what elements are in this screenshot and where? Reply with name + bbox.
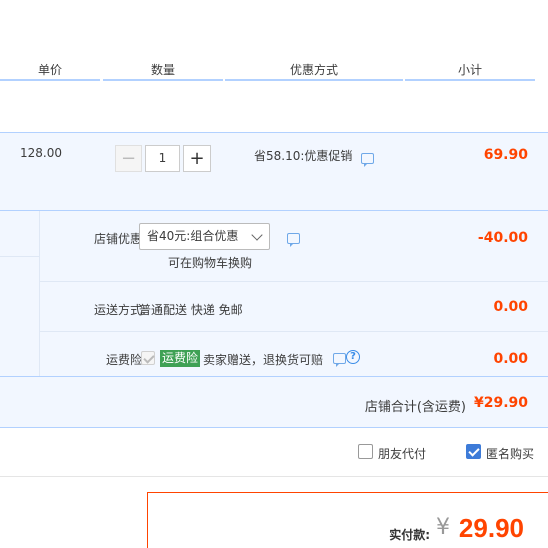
shop-total-value: ¥29.90 bbox=[473, 395, 528, 411]
header-underline bbox=[225, 79, 403, 81]
shop-discount-selected: 省40元:组合优惠 bbox=[147, 229, 239, 243]
anonymous-checkbox[interactable] bbox=[466, 444, 481, 459]
divider bbox=[0, 256, 40, 257]
message-icon[interactable] bbox=[287, 233, 300, 247]
payment-summary: 实付款: ¥ 29.90 bbox=[147, 492, 548, 548]
shop-total-label: 店铺合计(含运费) bbox=[364, 400, 466, 415]
shipping-row: 运送方式: 普通配送 快递 免邮 0.00 bbox=[40, 282, 548, 332]
shop-discount-value: -40.00 bbox=[477, 230, 528, 246]
quantity-input[interactable]: 1 bbox=[145, 145, 180, 172]
item-row: 128.00 − 1 + 省58.10:优惠促销 69.90 bbox=[0, 132, 548, 210]
header-promotion: 优惠方式 bbox=[289, 63, 338, 77]
anonymous-label: 匿名购买 bbox=[486, 447, 535, 461]
item-promotion: 省58.10:优惠促销 bbox=[254, 149, 353, 163]
header-unit-price: 单价 bbox=[37, 63, 62, 77]
divider bbox=[0, 476, 548, 477]
item-subtotal: 69.90 bbox=[483, 147, 528, 163]
header-subtotal: 小计 bbox=[457, 63, 482, 77]
friend-pay-checkbox[interactable] bbox=[358, 444, 373, 459]
header-underline bbox=[405, 79, 535, 81]
shop-discount-hint: 可在购物车换购 bbox=[168, 256, 253, 270]
chevron-down-icon bbox=[251, 229, 263, 241]
divider bbox=[0, 376, 548, 377]
item-unit-price: 128.00 bbox=[20, 146, 62, 160]
shop-section: 店铺优惠: 省40元:组合优惠 可在购物车换购 -40.00 运送方式: 普通配… bbox=[0, 210, 548, 428]
shop-discount-row: 店铺优惠: 省40元:组合优惠 可在购物车换购 -40.00 bbox=[40, 211, 548, 282]
message-icon[interactable] bbox=[333, 353, 346, 367]
payment-options: 朋友代付 匿名购买 bbox=[0, 443, 548, 465]
insurance-row: 运费险: 运费险 卖家赠送，退换货可赔 ? 0.00 bbox=[40, 332, 548, 377]
shop-discount-select[interactable]: 省40元:组合优惠 bbox=[139, 223, 270, 250]
decrease-quantity-button[interactable]: − bbox=[115, 145, 142, 172]
payment-label: 实付款: bbox=[389, 528, 430, 542]
header-underline bbox=[0, 79, 100, 81]
insurance-checkbox[interactable] bbox=[141, 351, 155, 365]
shop-left-column bbox=[0, 211, 40, 376]
header-quantity: 数量 bbox=[150, 63, 175, 77]
insurance-text: 卖家赠送，退换货可赔 bbox=[203, 353, 324, 367]
payment-amount: 29.90 bbox=[458, 513, 524, 543]
help-icon[interactable]: ? bbox=[346, 350, 360, 364]
shipping-method: 普通配送 快递 免邮 bbox=[139, 303, 243, 317]
shipping-value: 0.00 bbox=[493, 299, 528, 315]
insurance-value: 0.00 bbox=[493, 351, 528, 367]
table-header: 单价 数量 优惠方式 小计 bbox=[0, 60, 548, 82]
insurance-label: 运费险: bbox=[105, 353, 146, 367]
header-underline bbox=[103, 79, 223, 81]
currency-symbol: ¥ bbox=[436, 515, 450, 540]
increase-quantity-button[interactable]: + bbox=[183, 145, 211, 172]
message-icon[interactable] bbox=[361, 153, 374, 167]
insurance-tag: 运费险 bbox=[160, 350, 201, 367]
friend-pay-label: 朋友代付 bbox=[378, 447, 427, 461]
